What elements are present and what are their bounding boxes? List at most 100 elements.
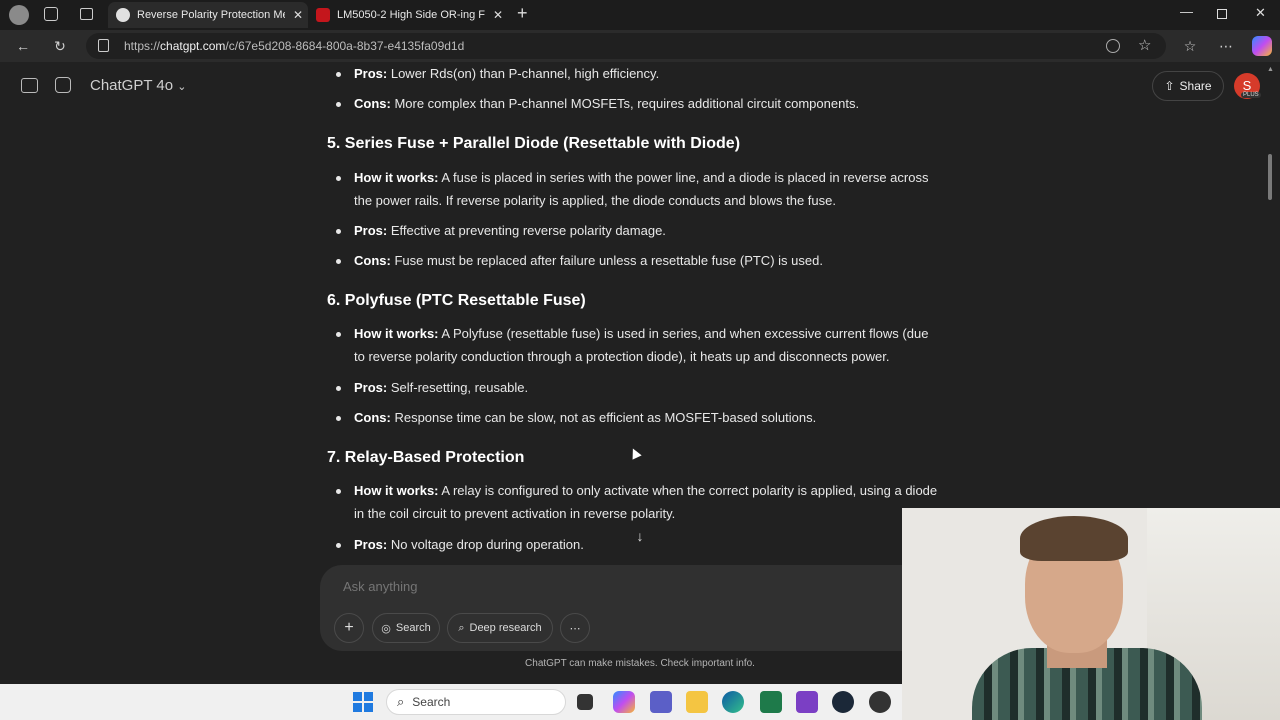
tab-reverse-polarity[interactable]: Reverse Polarity Protection Meth ✕ <box>108 2 308 28</box>
item-text: A Polyfuse (resettable fuse) is used in … <box>354 326 929 364</box>
item-text: More complex than P-channel MOSFETs, req… <box>390 96 860 111</box>
close-tab-icon[interactable]: ✕ <box>491 8 505 22</box>
workspaces-icon[interactable] <box>44 7 58 21</box>
new-tab-icon[interactable]: + <box>517 3 528 24</box>
item-text: Lower Rds(on) than P-channel, high effic… <box>387 66 660 81</box>
composer: + ◎ Search ⌕ Deep research ⋯ <box>320 565 960 651</box>
site-info-icon[interactable] <box>98 39 109 52</box>
spreadsheet-app-icon[interactable] <box>760 691 782 713</box>
file-explorer-icon[interactable] <box>686 691 708 713</box>
item-text: Self-resetting, reusable. <box>387 380 529 395</box>
share-icon: ⇧ <box>1164 79 1175 93</box>
item-label: How it works: <box>354 483 439 498</box>
model-selector[interactable]: ChatGPT 4o ⌄ <box>90 77 187 94</box>
list-item: How it works: A Polyfuse (resettable fus… <box>336 322 939 368</box>
sidebar-toggle-icon[interactable] <box>21 78 38 93</box>
attach-button[interactable]: + <box>334 613 364 643</box>
item-label: Cons: <box>354 96 391 111</box>
teams-icon[interactable] <box>650 691 672 713</box>
deep-research-button[interactable]: ⌕ Deep research <box>447 613 553 643</box>
list-item: Pros: Self-resetting, reusable. <box>336 376 939 399</box>
search-button[interactable]: ◎ Search <box>372 613 440 643</box>
deep-research-label: Deep research <box>469 622 542 634</box>
browser-tab-strip: Reverse Polarity Protection Meth ✕ LM505… <box>0 0 1280 30</box>
list-item: Cons: More complex than P-channel MOSFET… <box>336 92 939 115</box>
webcam-overlay <box>902 508 1280 720</box>
search-icon: ⌕ <box>397 694 405 709</box>
item-text: A relay is configured to only activate w… <box>354 483 938 521</box>
item-label: How it works: <box>354 326 439 341</box>
plan-badge: PLUS <box>1241 92 1261 98</box>
person-hair <box>1020 516 1128 561</box>
profile-icon[interactable] <box>9 5 29 25</box>
telescope-icon: ⌕ <box>458 621 465 634</box>
copilot-icon[interactable] <box>1252 36 1272 56</box>
item-label: Pros: <box>354 537 388 552</box>
plus-icon: + <box>344 619 354 636</box>
chevron-down-icon: ⌄ <box>177 81 187 93</box>
list-item: Cons: Fuse must be replaced after failur… <box>336 249 939 272</box>
tab-lm5050[interactable]: LM5050-2 High Side OR-ing FET C ✕ <box>308 2 508 28</box>
scroll-down-icon[interactable]: ↓ <box>628 524 652 548</box>
prompt-input[interactable] <box>343 579 843 594</box>
item-label: Cons: <box>354 253 391 268</box>
section-heading: 7. Relay-Based Protection <box>327 449 525 466</box>
close-window-icon[interactable]: ✕ <box>1255 5 1266 21</box>
section-heading: 6. Polyfuse (PTC Resettable Fuse) <box>327 292 586 309</box>
tab-actions-icon[interactable] <box>80 8 93 20</box>
reader-icon[interactable] <box>1106 39 1120 53</box>
list-item: Cons: Response time can be slow, not as … <box>336 406 939 429</box>
address-bar[interactable]: https://chatgpt.com/c/67e5d208-8684-800a… <box>86 33 1166 59</box>
taskbar-search-label: Search <box>412 695 451 709</box>
start-windows-icon[interactable] <box>353 692 373 712</box>
scrollbar-thumb[interactable] <box>1268 154 1272 200</box>
mouse-cursor-icon <box>628 446 642 460</box>
more-menu-icon[interactable]: ⋯ <box>1216 36 1236 56</box>
minimize-icon[interactable]: — <box>1180 4 1193 19</box>
browser-toolbar: ← ↻ https://chatgpt.com/c/67e5d208-8684-… <box>0 30 1280 62</box>
item-label: Pros: <box>354 380 388 395</box>
url-host: chatgpt.com <box>160 39 226 53</box>
share-label: Share <box>1179 79 1212 93</box>
url-prefix: https:// <box>124 39 161 53</box>
item-text: Effective at preventing reverse polarity… <box>387 223 666 238</box>
list-item: Pros: Effective at preventing reverse po… <box>336 219 939 242</box>
restore-icon[interactable] <box>1217 9 1227 19</box>
list-item: How it works: A fuse is placed in series… <box>336 166 939 212</box>
list-item: Pros: Lower Rds(on) than P-channel, high… <box>336 62 939 85</box>
item-text: A fuse is placed in series with the powe… <box>354 170 929 208</box>
tab-title: LM5050-2 High Side OR-ing FET C <box>337 9 485 21</box>
refresh-icon[interactable]: ↻ <box>50 36 70 56</box>
item-text: Fuse must be replaced after failure unle… <box>390 253 823 268</box>
new-chat-icon[interactable] <box>55 77 71 93</box>
steam-icon[interactable] <box>832 691 854 713</box>
clipchamp-icon[interactable] <box>796 691 818 713</box>
item-label: Pros: <box>354 66 388 81</box>
section-heading: 5. Series Fuse + Parallel Diode (Resetta… <box>327 135 741 152</box>
ti-favicon-icon <box>316 8 330 22</box>
more-tools-button[interactable]: ⋯ <box>560 613 590 643</box>
task-view-icon[interactable] <box>577 694 593 710</box>
app-icon[interactable] <box>869 691 891 713</box>
item-text: No voltage drop during operation. <box>387 537 584 552</box>
item-label: How it works: <box>354 170 439 185</box>
item-label: Pros: <box>354 223 388 238</box>
edge-icon[interactable] <box>722 691 744 713</box>
item-text: Response time can be slow, not as effici… <box>390 410 817 425</box>
ellipsis-icon: ⋯ <box>569 622 581 635</box>
back-icon[interactable]: ← <box>13 36 33 56</box>
search-label: Search <box>395 622 431 634</box>
globe-icon: ◎ <box>381 622 391 635</box>
share-button[interactable]: ⇧ Share <box>1152 71 1224 101</box>
item-label: Cons: <box>354 410 391 425</box>
favorites-icon[interactable]: ☆ <box>1180 36 1200 56</box>
close-tab-icon[interactable]: ✕ <box>291 8 305 22</box>
url-text: https://chatgpt.com/c/67e5d208-8684-800a… <box>124 39 464 53</box>
copilot-app-icon[interactable] <box>613 691 635 713</box>
chatgpt-favicon-icon <box>116 8 130 22</box>
url-path: /c/67e5d208-8684-800a-8b37-e4135fa09d1d <box>225 39 465 53</box>
taskbar-search[interactable]: ⌕ Search <box>386 689 566 715</box>
favorite-star-icon[interactable]: ☆ <box>1138 36 1151 54</box>
list-item: How it works: A relay is configured to o… <box>336 479 939 525</box>
scroll-up-arrow-icon[interactable]: ▲ <box>1267 66 1274 73</box>
